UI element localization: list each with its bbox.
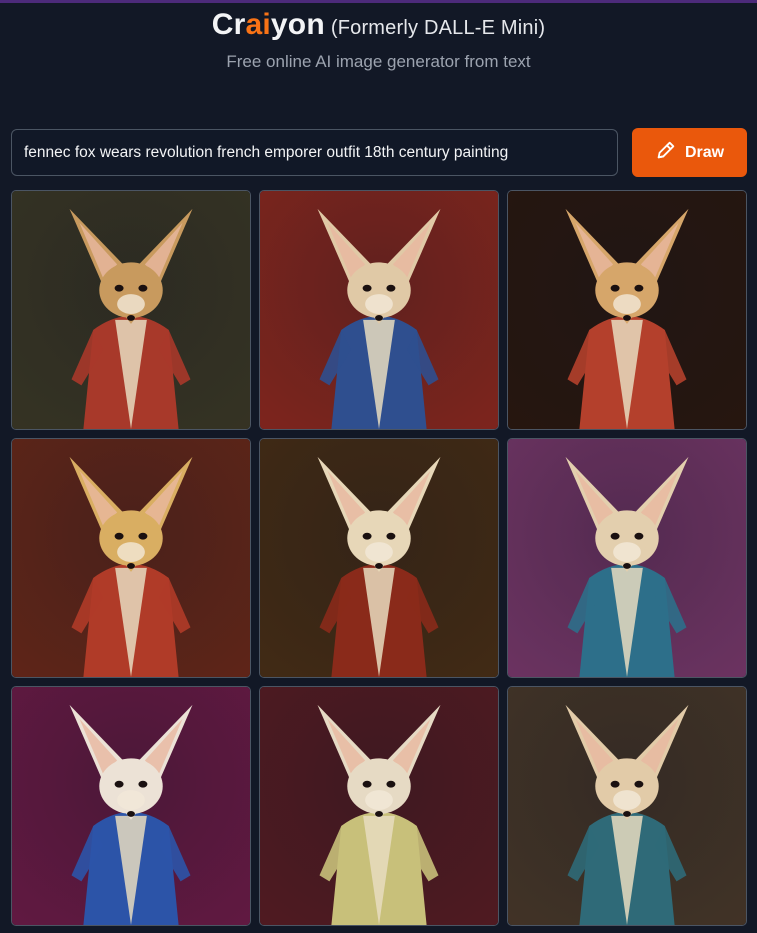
prompt-input[interactable]: fennec fox wears revolution french empor… <box>11 129 618 176</box>
fox-portrait-image <box>260 439 498 677</box>
generated-image[interactable] <box>507 686 747 926</box>
generated-image[interactable] <box>259 686 499 926</box>
header: Craiyon (Formerly DALL-E Mini) Free onlin… <box>0 8 757 72</box>
fox-portrait-image <box>260 687 498 925</box>
draw-button[interactable]: Draw <box>632 128 747 177</box>
image-grid <box>11 190 747 926</box>
generated-image[interactable] <box>11 190 251 430</box>
app-subtitle: (Formerly DALL-E Mini) <box>330 17 546 39</box>
generated-image[interactable] <box>259 190 499 430</box>
fox-portrait-image <box>12 687 250 925</box>
tagline: Free online AI image generator from text <box>226 52 531 71</box>
app-title: Craiyon (Formerly DALL-E Mini) <box>0 8 757 42</box>
brand-post: yon <box>270 8 325 41</box>
generated-image[interactable] <box>11 438 251 678</box>
generated-image[interactable] <box>507 438 747 678</box>
fox-portrait-image <box>508 191 746 429</box>
fox-portrait-image <box>12 439 250 677</box>
fox-portrait-image <box>12 191 250 429</box>
pencil-icon <box>655 139 677 166</box>
top-accent-bar <box>0 0 757 3</box>
brand-pre: Cr <box>211 8 246 41</box>
draw-label: Draw <box>684 143 725 161</box>
generated-image[interactable] <box>507 190 747 430</box>
brand-ai: ai <box>245 8 271 41</box>
fox-portrait-image <box>508 439 746 677</box>
generated-image[interactable] <box>11 686 251 926</box>
generated-image[interactable] <box>259 438 499 678</box>
fox-portrait-image <box>260 191 498 429</box>
fox-portrait-image <box>508 687 746 925</box>
